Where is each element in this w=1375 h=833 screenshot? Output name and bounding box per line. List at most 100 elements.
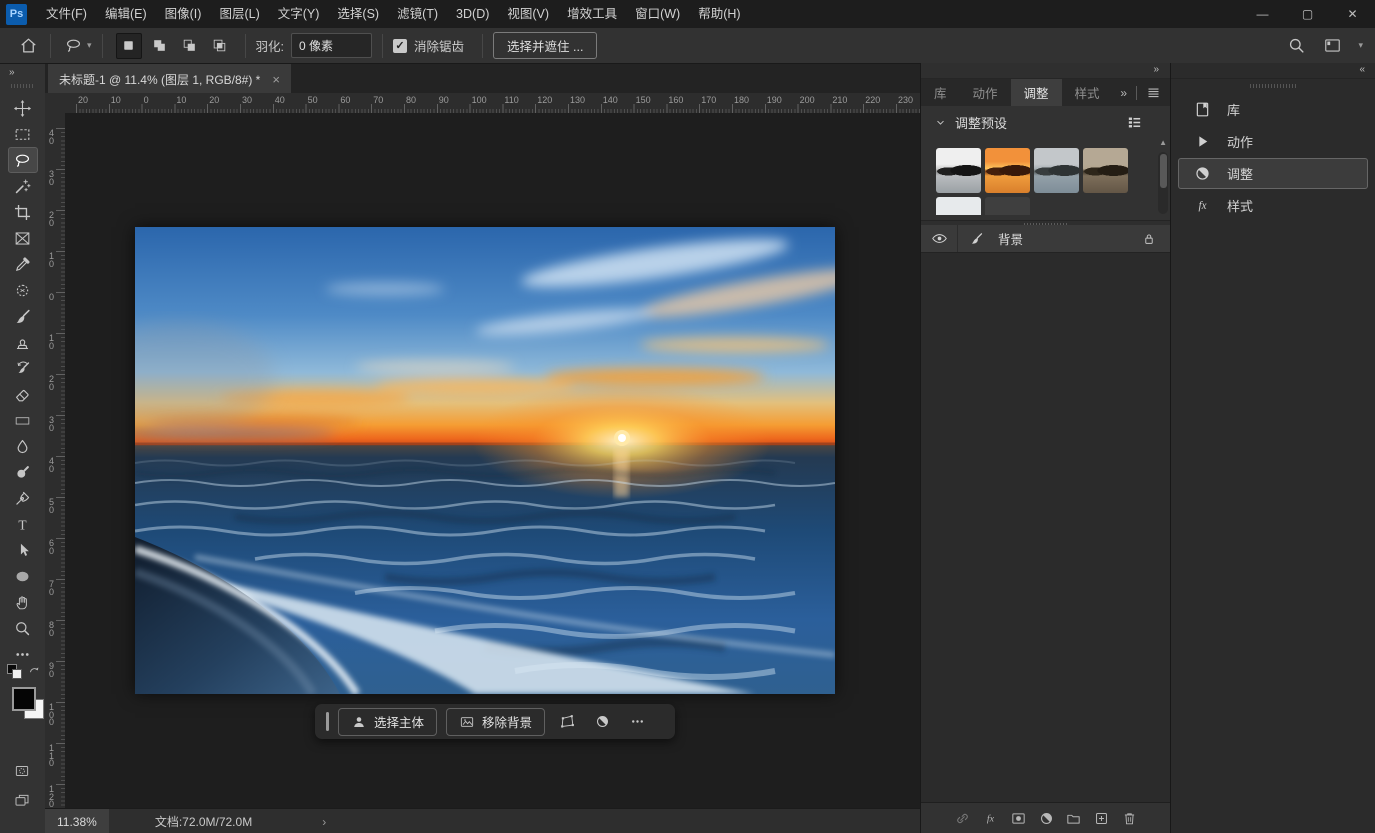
layer-row-background[interactable]: 背景 xyxy=(921,225,1171,253)
pen-tool[interactable] xyxy=(8,485,38,511)
panel-tab-adjustments[interactable]: 调整 xyxy=(1011,79,1062,106)
foreground-color-swatch[interactable] xyxy=(12,687,36,711)
adjustment-presets-header[interactable]: 调整预设 xyxy=(921,106,1171,138)
search-icon[interactable] xyxy=(1284,34,1308,58)
layer-name[interactable]: 背景 xyxy=(998,229,1023,248)
dock-item-actions[interactable]: 动作 xyxy=(1178,126,1368,157)
clone-stamp-tool[interactable] xyxy=(8,329,38,355)
lasso-tool[interactable] xyxy=(8,147,38,173)
panel-tab-styles[interactable]: 样式 xyxy=(1062,79,1113,106)
eraser-tool[interactable] xyxy=(8,381,38,407)
horizontal-ruler[interactable]: 2010010203040506070809010011012013014015… xyxy=(65,93,920,114)
task-bar-grip[interactable] xyxy=(326,712,329,731)
dodge-tool[interactable] xyxy=(8,459,38,485)
close-button[interactable]: ✕ xyxy=(1330,0,1375,28)
menu-type[interactable]: 文字(Y) xyxy=(269,0,329,28)
new-layer-icon[interactable] xyxy=(1093,810,1110,827)
preset-black-white[interactable] xyxy=(936,148,981,193)
more-icon[interactable] xyxy=(624,710,650,734)
eyedropper-tool[interactable] xyxy=(8,251,38,277)
group-icon[interactable] xyxy=(1065,810,1082,827)
select-subject-button[interactable]: 选择主体 xyxy=(338,708,437,736)
menu-select[interactable]: 选择(S) xyxy=(328,0,388,28)
layer-mask-icon[interactable] xyxy=(1010,810,1027,827)
home-icon[interactable] xyxy=(16,34,40,58)
foreground-background-swatches[interactable] xyxy=(12,687,44,719)
zoom-level-field[interactable]: 11.38% xyxy=(45,809,109,833)
default-colors-icon[interactable] xyxy=(7,664,23,678)
menu-filter[interactable]: 滤镜(T) xyxy=(388,0,447,28)
type-tool[interactable] xyxy=(8,511,38,537)
delete-layer-icon[interactable] xyxy=(1121,810,1138,827)
hand-tool[interactable] xyxy=(8,589,38,615)
chevron-down-icon[interactable]: ▾ xyxy=(1358,40,1363,51)
dock-grip[interactable] xyxy=(1250,84,1296,88)
zoom-tool[interactable] xyxy=(8,615,38,641)
close-tab-icon[interactable]: × xyxy=(272,72,280,87)
new-selection-mode-icon[interactable] xyxy=(116,33,142,59)
fx-icon[interactable] xyxy=(982,810,999,827)
menu-threed[interactable]: 3D(D) xyxy=(447,0,498,28)
more-panels-icon[interactable]: » xyxy=(1120,86,1127,100)
dock-item-styles[interactable]: 样式 xyxy=(1178,190,1368,221)
vertical-ruler[interactable]: 4030201001020304050607080901001101201301… xyxy=(45,113,66,808)
collapse-dock-icon[interactable]: « xyxy=(1359,64,1365,75)
add-selection-mode-icon[interactable] xyxy=(148,34,172,58)
preset-sepia[interactable] xyxy=(1083,148,1128,193)
quick-mask-icon[interactable] xyxy=(9,760,35,782)
menu-window[interactable]: 窗口(W) xyxy=(626,0,689,28)
menu-view[interactable]: 视图(V) xyxy=(498,0,558,28)
healing-brush-tool[interactable] xyxy=(8,277,38,303)
adjustment-layer-icon[interactable] xyxy=(1038,810,1055,827)
toolbar-collapse-icon[interactable]: » xyxy=(9,67,14,78)
panel-tab-actions[interactable]: 动作 xyxy=(960,79,1011,106)
screen-mode-icon[interactable] xyxy=(9,790,35,812)
feather-input[interactable]: 0 像素 xyxy=(291,33,372,58)
maximize-button[interactable]: ▢ xyxy=(1285,0,1330,28)
workspace-icon[interactable] xyxy=(1320,34,1344,58)
toolbar-grip[interactable] xyxy=(11,84,33,88)
crop-tool[interactable] xyxy=(8,199,38,225)
panel-menu-icon[interactable] xyxy=(1146,85,1161,100)
status-chevron-icon[interactable]: › xyxy=(322,815,326,829)
gradient-tool[interactable] xyxy=(8,407,38,433)
document-tab[interactable]: 未标题-1 @ 11.4% (图层 1, RGB/8#) * × xyxy=(48,64,291,94)
canvas-viewport[interactable]: 选择主体 移除背景 xyxy=(65,113,920,808)
canvas-image[interactable] xyxy=(135,227,835,694)
ellipse-tool[interactable] xyxy=(8,563,38,589)
intersect-selection-mode-icon[interactable] xyxy=(208,34,232,58)
move-tool[interactable] xyxy=(8,95,38,121)
blur-tool[interactable] xyxy=(8,433,38,459)
preset-muted[interactable] xyxy=(1034,148,1079,193)
menu-layer[interactable]: 图层(L) xyxy=(210,0,268,28)
magic-wand-tool[interactable] xyxy=(8,173,38,199)
brush-tool[interactable] xyxy=(8,303,38,329)
preset-orange-sunset[interactable] xyxy=(985,148,1030,193)
presets-scrollbar[interactable] xyxy=(1158,152,1168,214)
rectangular-marquee-tool[interactable] xyxy=(8,121,38,147)
adjustment-icon[interactable] xyxy=(589,710,615,734)
preset-hidden-partial[interactable] xyxy=(985,197,1030,215)
chevron-down-icon[interactable]: ▾ xyxy=(87,40,92,51)
ruler-corner[interactable] xyxy=(45,93,66,114)
preset-light-partial[interactable] xyxy=(936,197,981,215)
frame-tool[interactable] xyxy=(8,225,38,251)
link-icon[interactable] xyxy=(954,810,971,827)
panel-tab-library[interactable]: 库 xyxy=(921,79,960,106)
swap-colors-icon[interactable] xyxy=(27,664,41,678)
dock-item-library[interactable]: 库 xyxy=(1178,94,1368,125)
transform-icon[interactable] xyxy=(554,710,580,734)
lasso-tool-icon[interactable] xyxy=(61,34,85,58)
menu-file[interactable]: 文件(F) xyxy=(37,0,96,28)
antialias-checkbox[interactable]: ✓ xyxy=(393,39,407,53)
remove-background-button[interactable]: 移除背景 xyxy=(446,708,545,736)
dock-item-adjustments[interactable]: 调整 xyxy=(1178,158,1368,189)
menu-image[interactable]: 图像(I) xyxy=(156,0,211,28)
select-and-mask-button[interactable]: 选择并遮住 ... xyxy=(493,32,597,59)
subtract-selection-mode-icon[interactable] xyxy=(178,34,202,58)
collapse-panels-icon[interactable]: » xyxy=(1153,64,1159,75)
menu-help[interactable]: 帮助(H) xyxy=(689,0,749,28)
history-brush-tool[interactable] xyxy=(8,355,38,381)
minimize-button[interactable]: — xyxy=(1240,0,1285,28)
path-selection-tool[interactable] xyxy=(8,537,38,563)
